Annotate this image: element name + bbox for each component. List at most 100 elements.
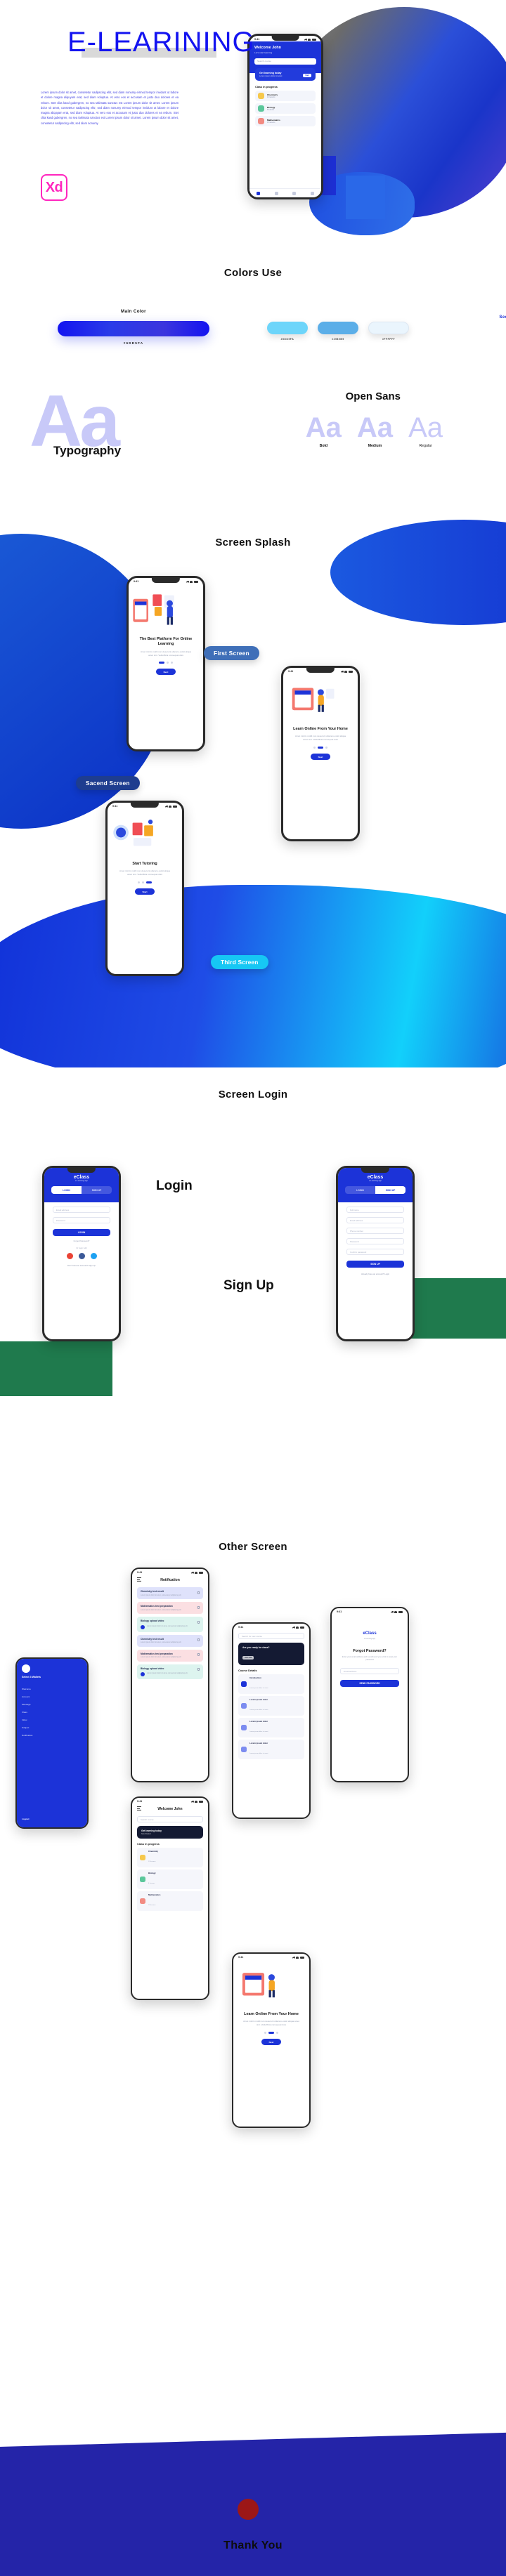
email-field[interactable]: Email address <box>346 1217 404 1223</box>
menu-icon[interactable] <box>137 1577 141 1582</box>
status-bar: 9:41 <box>233 1954 309 1959</box>
google-icon[interactable] <box>66 1253 73 1259</box>
delete-icon[interactable] <box>197 1620 200 1624</box>
menu-icon[interactable] <box>137 1806 141 1811</box>
facebook-icon[interactable] <box>78 1253 85 1259</box>
drawer-item-inbox[interactable]: Inbox <box>22 1716 82 1723</box>
phone-field[interactable]: Phone number <box>346 1228 404 1234</box>
drawer-item-class[interactable]: Class <box>22 1708 82 1716</box>
next-button[interactable]: Next <box>311 754 330 761</box>
tab-signup[interactable]: SIGN UP <box>82 1186 112 1194</box>
next-button[interactable]: Next <box>156 669 176 676</box>
notification-item[interactable]: Mathematics test preparation Lorem ipsum… <box>137 1649 203 1662</box>
notification-item[interactable]: Mathematics test preparation Lorem ipsum… <box>137 1602 203 1615</box>
drawer-item-account[interactable]: Account <box>22 1693 82 1700</box>
play-icon[interactable] <box>141 1672 145 1677</box>
promo-card[interactable]: Get learning today Lorem ipsum dolor sit… <box>255 67 316 81</box>
class-banner[interactable]: Are you ready for class? Join now <box>238 1643 304 1665</box>
promo-subtitle: New Student <box>141 1833 151 1835</box>
tab-login[interactable]: LOGIN <box>345 1186 375 1194</box>
auth-tabs[interactable]: LOGIN SIGN UP <box>345 1186 406 1194</box>
promo-banner[interactable]: Get learning today New Student <box>137 1826 203 1839</box>
start-button[interactable]: Start <box>135 888 155 895</box>
login-submit-button[interactable]: LOGIN <box>53 1229 110 1236</box>
drawer-item-welcome[interactable]: Welcome <box>22 1685 82 1693</box>
forgot-password-link[interactable]: Forgot Password? <box>44 1240 119 1242</box>
login-prompt[interactable]: Already have an account? Login <box>338 1273 413 1275</box>
logout-button[interactable]: Logout <box>22 1818 29 1820</box>
hero-phone-mockup: 9:41 Welcome John Let's start learning S… <box>247 34 323 199</box>
lesson-list-item[interactable]: Lorem ipsum dolor Lorem ipsum dolor sit … <box>238 1740 304 1759</box>
drawer-menu[interactable]: Welcome Account Message Class Inbox Subj… <box>22 1685 82 1739</box>
delete-icon[interactable] <box>197 1653 200 1657</box>
course-list-item[interactable]: Biology 8 lessons <box>137 1869 203 1889</box>
send-password-button[interactable]: SEND PASSWORD <box>340 1680 399 1688</box>
notification-item[interactable]: Biology upload video Lorem ipsum dolor s… <box>137 1664 203 1680</box>
weight-label: Medium <box>368 444 382 448</box>
notification-item[interactable]: Biology upload video Lorem ipsum dolor s… <box>137 1617 203 1632</box>
search-input[interactable]: Search for new course <box>238 1633 304 1639</box>
course-list-item[interactable]: Chemistry 12 lessons <box>137 1848 203 1867</box>
lesson-name: Lorem ipsum dolor <box>249 1742 268 1744</box>
splash-phone-3: 9:41 Start Tutoring Amet minim mollit no… <box>105 801 184 976</box>
delete-icon[interactable] <box>197 1668 200 1671</box>
drawer-item-subject[interactable]: Subject <box>22 1723 82 1731</box>
email-field[interactable]: Email address <box>53 1207 110 1213</box>
tab-login[interactable]: LOGIN <box>51 1186 82 1194</box>
dot-active <box>146 881 152 884</box>
weight-glyph: Aa <box>305 412 342 443</box>
course-list-item[interactable]: Chemistry 12 lessons <box>255 90 316 101</box>
twitter-icon[interactable] <box>90 1253 97 1259</box>
notification-item[interactable]: Chemistry test result Lorem ipsum dolor … <box>137 1587 203 1600</box>
fullname-field[interactable]: Full name <box>346 1207 404 1213</box>
email-field[interactable]: Email address <box>340 1668 399 1675</box>
auth-tabs[interactable]: LOGIN SIGN UP <box>51 1186 112 1194</box>
search-input[interactable]: Search course <box>137 1816 203 1822</box>
status-time: 9:41 <box>288 670 294 673</box>
next-button[interactable]: Next <box>261 2039 281 2046</box>
delete-icon[interactable] <box>197 1638 200 1642</box>
search-input[interactable]: Search course <box>254 58 316 65</box>
course-list-item[interactable]: Biology 8 lessons <box>255 103 316 114</box>
signal-icon <box>164 805 168 808</box>
splash-section: Screen Splash First Screen Sacend Screen… <box>0 506 506 1067</box>
delete-icon[interactable] <box>197 1591 200 1594</box>
phone-notch <box>151 578 181 583</box>
course-meta: 12 lessons <box>148 1861 156 1862</box>
password-field[interactable]: Password <box>346 1238 404 1244</box>
drawer-item-message[interactable]: Message <box>22 1700 82 1708</box>
lesson-list-item[interactable]: Lorem ipsum dolor Lorem ipsum dolor sit … <box>238 1718 304 1737</box>
bottom-tab-bar[interactable] <box>249 188 321 197</box>
profile-icon[interactable] <box>310 191 314 195</box>
lesson-list-item[interactable]: Introduction Lorem ipsum dolor sit amet <box>238 1674 304 1694</box>
home-icon[interactable] <box>257 191 261 195</box>
pagination-dots <box>233 2032 309 2035</box>
course-list-item[interactable]: Mathematics 15 lessons <box>255 115 316 126</box>
banner-cta-button[interactable]: Join now <box>242 1656 254 1660</box>
lesson-text: Lorem ipsum dolor Lorem ipsum dolor sit … <box>249 1698 268 1714</box>
colors-heading: Colors Use <box>223 267 283 279</box>
secondary-colors-label: Secondary Colors <box>499 315 506 320</box>
courses-icon[interactable] <box>274 191 278 195</box>
notification-body: Lorem ipsum dolor sit amet, consectetur … <box>147 1672 188 1675</box>
delete-icon[interactable] <box>197 1605 200 1609</box>
phone-notch <box>271 36 299 41</box>
lesson-list-item[interactable]: Lorem ipsum dolor Lorem ipsum dolor sit … <box>238 1696 304 1716</box>
or-divider-label: Or login with <box>76 1247 87 1249</box>
chat-icon[interactable] <box>292 191 297 195</box>
social-login-row[interactable] <box>44 1253 119 1259</box>
drawer-item-notification[interactable]: Notification <box>22 1731 82 1739</box>
signup-prompt[interactable]: Don't have an account? Sign Up <box>44 1264 119 1267</box>
status-icons <box>190 1571 203 1574</box>
confirm-password-field[interactable]: Confirm password <box>346 1249 404 1255</box>
play-icon[interactable] <box>141 1624 145 1629</box>
course-text: Chemistry 12 lessons <box>267 93 278 98</box>
course-list-item[interactable]: Mathematics 15 lessons <box>137 1891 203 1911</box>
signup-submit-button[interactable]: SIGN UP <box>346 1261 404 1268</box>
tab-signup[interactable]: SIGN UP <box>375 1186 406 1194</box>
promo-cta-button[interactable]: Start <box>303 73 311 77</box>
onboarding-illustration <box>113 820 153 846</box>
password-field[interactable]: Password <box>53 1217 110 1223</box>
notification-item[interactable]: Chemistry test result Lorem ipsum dolor … <box>137 1634 203 1647</box>
promo-title: Get learning today <box>141 1829 162 1832</box>
